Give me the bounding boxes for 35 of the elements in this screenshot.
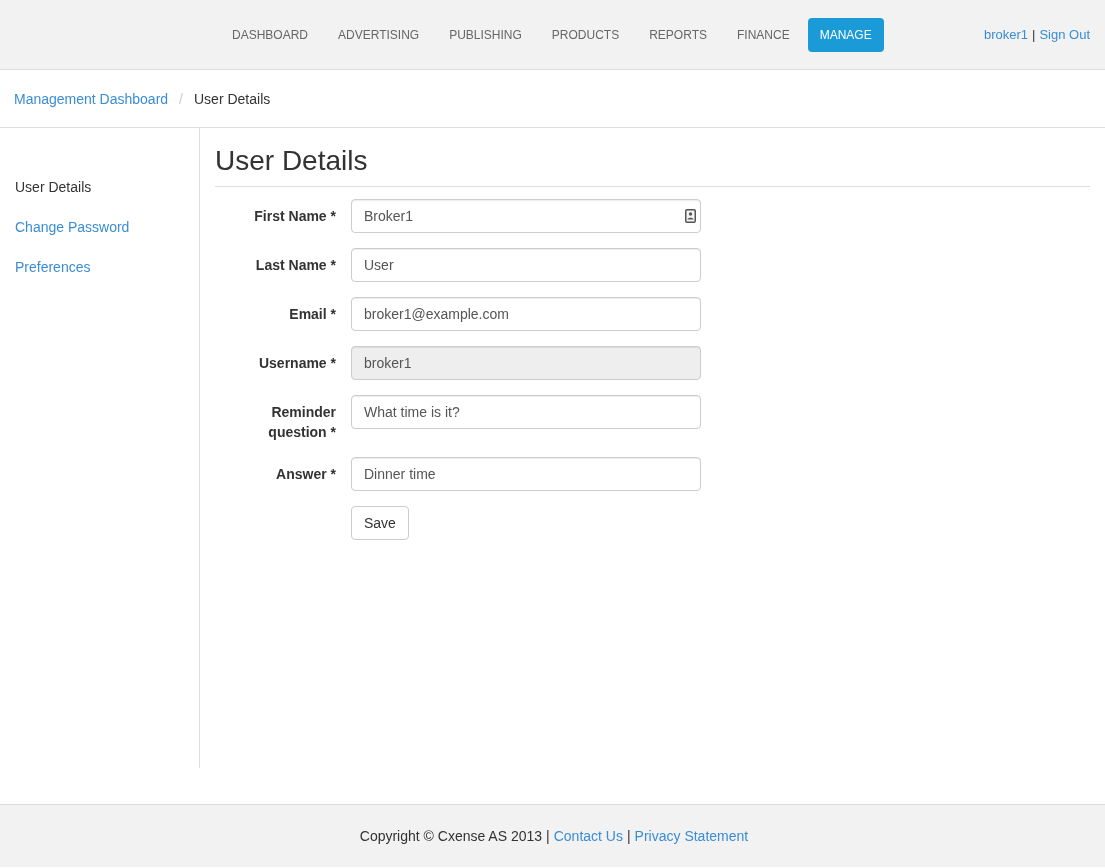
separator-text: | (626, 828, 631, 844)
text-field[interactable]: Broker1 (351, 199, 701, 233)
nav-tab[interactable]: ADVERTISING (326, 17, 432, 52)
field-label: Last Name * (255, 256, 336, 275)
nav-tab[interactable]: DASHBOARD (220, 17, 320, 52)
field-label: Email * (289, 305, 336, 324)
contact-card-icon[interactable] (685, 209, 696, 223)
separator-text: | (546, 828, 550, 844)
page-title: User Details (215, 144, 368, 178)
breadcrumb-link[interactable]: Management Dashboard (14, 90, 169, 107)
sign-out-link[interactable]: Sign Out (1039, 27, 1090, 42)
field-label: Username * (258, 354, 336, 373)
username-link[interactable]: broker1 (983, 27, 1028, 42)
text-field[interactable]: What time is it? (351, 395, 701, 429)
footer-link[interactable]: Contact Us (553, 828, 623, 844)
nav-tab[interactable]: REPORTS (637, 17, 719, 52)
text-field[interactable]: User (351, 248, 701, 282)
field-label: Answer * (276, 465, 336, 484)
sidebar-item[interactable]: Change Password (0, 207, 199, 247)
nav-tab[interactable]: MANAGE (807, 17, 884, 52)
separator-text: / (179, 90, 183, 107)
breadcrumb-current: User Details (194, 90, 271, 107)
text-field[interactable]: broker1@example.com (351, 297, 701, 331)
nav-tab[interactable]: PUBLISHING (437, 17, 534, 52)
text-field[interactable]: Dinner time (351, 457, 701, 491)
footer-link[interactable]: Privacy Statement (634, 828, 749, 844)
sidebar-item[interactable]: User Details (0, 167, 199, 207)
copyright-text: Copyright © Cxense AS 2013 (359, 828, 543, 844)
field-label: Reminder question * (267, 403, 336, 442)
separator-text: | (1032, 27, 1036, 42)
nav-tab[interactable]: FINANCE (725, 17, 802, 52)
sidebar-item[interactable]: Preferences (0, 247, 199, 287)
nav-tab[interactable]: PRODUCTS (539, 17, 632, 52)
save-button[interactable]: Save (351, 506, 409, 540)
field-label: First Name * (254, 207, 336, 226)
